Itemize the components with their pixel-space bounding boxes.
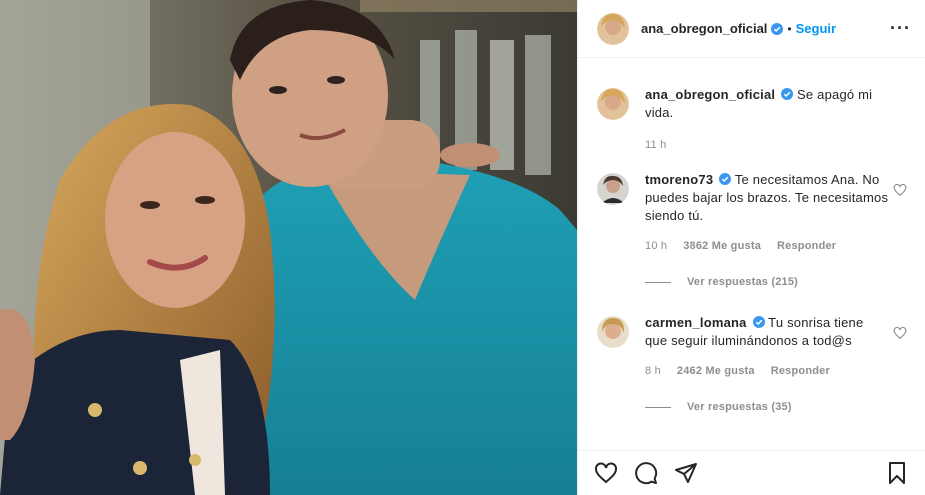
verified-badge-icon (752, 316, 765, 328)
reply-button[interactable]: Responder (771, 362, 830, 380)
comment-body: carmen_lomana Tu sonrisa tiene que segui… (645, 314, 889, 416)
caption-avatar[interactable] (597, 88, 629, 120)
post-header: ana_obregon_oficial • Seguir ··· (578, 0, 925, 58)
comment: carmen_lomana Tu sonrisa tiene que segui… (597, 314, 909, 416)
photo-illustration (0, 0, 577, 495)
like-comment-heart-icon[interactable] (893, 326, 907, 340)
caption-meta: 11 h (645, 136, 889, 154)
caption: ana_obregon_oficial Se apagó mi vida. 11… (597, 86, 909, 154)
comment-username[interactable]: carmen_lomana (645, 315, 747, 330)
author-avatar[interactable] (597, 12, 629, 45)
comments-list[interactable]: ana_obregon_oficial Se apagó mi vida. 11… (578, 59, 925, 450)
bookmark-icon[interactable] (885, 461, 909, 485)
comment-likes[interactable]: 3862 Me gusta (683, 237, 761, 255)
view-replies[interactable]: Ver respuestas (35) (645, 398, 889, 416)
caption-username[interactable]: ana_obregon_oficial (645, 87, 775, 102)
comment-icon[interactable] (634, 461, 658, 485)
more-options-icon[interactable]: ··· (890, 18, 911, 39)
caption-body: ana_obregon_oficial Se apagó mi vida. 11… (645, 86, 889, 154)
comment-likes[interactable]: 2462 Me gusta (677, 362, 755, 380)
post-sidebar: ana_obregon_oficial • Seguir ··· ana_obr… (577, 0, 925, 495)
commenter-avatar[interactable] (597, 173, 629, 205)
reply-button[interactable]: Responder (777, 237, 836, 255)
view-replies-label[interactable]: Ver respuestas (35) (687, 398, 792, 416)
verified-badge-icon (771, 22, 784, 35)
separator-dot: • (787, 21, 792, 36)
commenter-avatar[interactable] (597, 316, 629, 348)
replies-divider (645, 281, 671, 283)
verified-badge-icon (719, 173, 732, 185)
share-icon[interactable] (674, 461, 698, 485)
like-comment-heart-icon[interactable] (893, 183, 907, 197)
post-photo[interactable] (0, 0, 577, 495)
comment-time[interactable]: 8 h (645, 362, 661, 380)
heart-icon[interactable] (594, 461, 618, 485)
comment-meta: 10 h 3862 Me gusta Responder (645, 237, 889, 255)
view-replies[interactable]: Ver respuestas (215) (645, 273, 889, 291)
comment-time[interactable]: 10 h (645, 237, 667, 255)
view-replies-label[interactable]: Ver respuestas (215) (687, 273, 798, 291)
replies-divider (645, 406, 671, 408)
comment-username[interactable]: tmoreno73 (645, 172, 713, 187)
author-username[interactable]: ana_obregon_oficial (641, 21, 767, 36)
follow-button[interactable]: Seguir (796, 21, 836, 36)
caption-time[interactable]: 11 h (645, 136, 666, 154)
comment: tmoreno73 Te necesitamos Ana. No puedes … (597, 171, 909, 291)
comment-meta: 8 h 2462 Me gusta Responder (645, 362, 889, 380)
action-bar (578, 450, 925, 495)
verified-badge-icon (781, 88, 794, 100)
comment-body: tmoreno73 Te necesitamos Ana. No puedes … (645, 171, 889, 291)
